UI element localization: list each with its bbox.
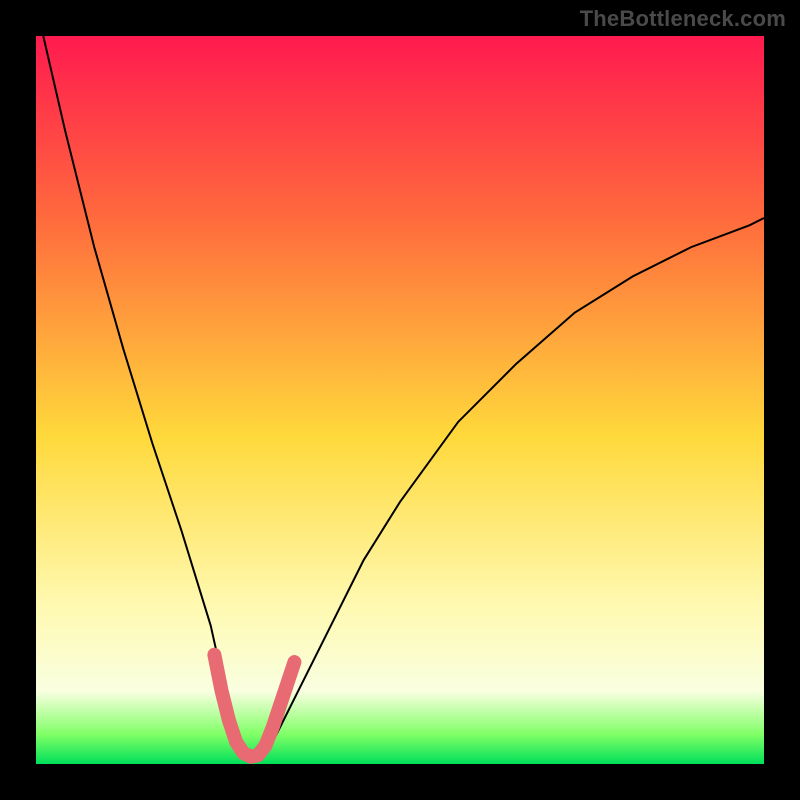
attribution-label: TheBottleneck.com [580, 6, 786, 32]
bottleneck-chart [0, 0, 800, 800]
plot-background [36, 36, 764, 764]
chart-frame: TheBottleneck.com [0, 0, 800, 800]
